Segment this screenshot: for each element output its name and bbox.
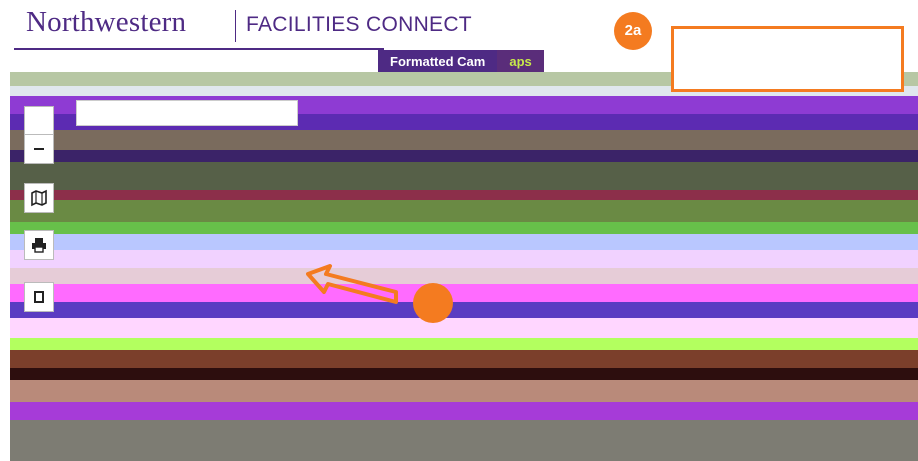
bookmark-icon [34,291,44,303]
map-tile-band [10,190,918,200]
map-tile-band [10,318,918,338]
map-tile-band [10,402,918,420]
annotation-arrow-icon [306,264,398,304]
map-tile-band [10,284,918,302]
location-marker[interactable] [413,283,453,323]
map-tile-band [10,268,918,284]
tab-formatted-campus[interactable]: Formatted Cam [378,50,498,74]
map-tile-band [10,420,918,461]
print-button[interactable] [24,230,54,260]
map-tile-band [10,302,918,318]
bookmark-button[interactable] [24,282,54,312]
map-tile-band [10,380,918,402]
map-tile-band [10,338,918,350]
minus-icon [34,148,44,150]
highlight-box [671,26,904,92]
map-tile-band [10,368,918,380]
zoom-out-button[interactable] [24,134,54,164]
header-rule [14,48,384,50]
logo-divider [235,10,236,42]
step-badge: 2a [614,12,652,50]
map-view-button[interactable] [24,183,54,213]
map-tile-band [10,130,918,150]
tab-maps[interactable]: aps [497,50,544,74]
top-nav: Formatted Cam aps [378,50,544,74]
map-tile-band [10,162,918,190]
map-tile-band [10,350,918,368]
map-tile-band [10,200,918,222]
printer-icon [32,238,46,253]
zoom-in-button[interactable] [24,106,54,136]
map-tile-band [10,234,918,250]
campus-map[interactable] [10,72,918,461]
map-tile-band [10,150,918,162]
facilities-connect-title: FACILITIES CONNECT [246,13,472,36]
map-search-bar[interactable] [76,100,298,126]
map-tile-band [10,250,918,268]
map-tile-band [10,222,918,234]
northwestern-logo[interactable]: Northwestern [26,6,186,39]
map-icon [31,189,47,207]
